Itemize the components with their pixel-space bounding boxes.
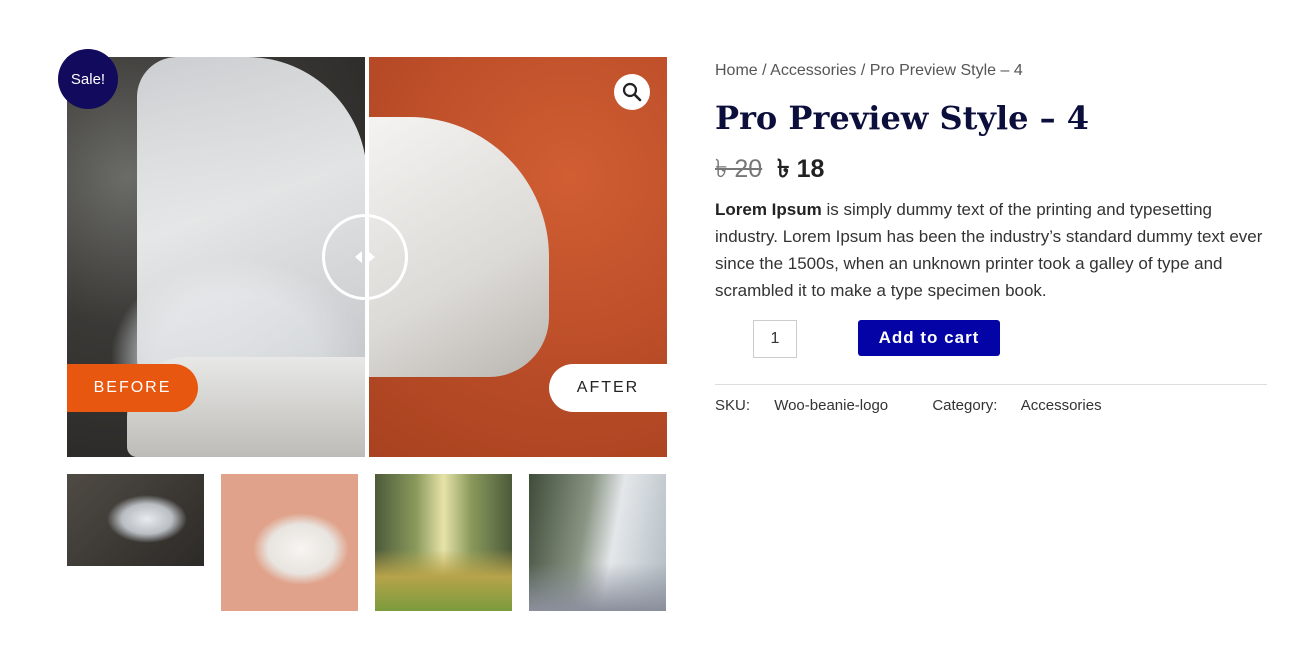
sale-badge: Sale! (58, 49, 118, 109)
thumbnail-sneaker-after[interactable] (221, 474, 358, 611)
before-label: BEFORE (67, 364, 198, 412)
sale-price: ৳ 18 (777, 155, 825, 183)
magnifier-icon (622, 82, 642, 102)
quantity-input[interactable] (753, 320, 797, 358)
sku-wrapper: SKU: Woo-beanie-logo (715, 397, 908, 414)
thumbnail-forest-path[interactable] (375, 474, 512, 611)
product-meta: SKU: Woo-beanie-logo Category: Accessori… (715, 384, 1267, 414)
add-to-cart-button[interactable]: Add to cart (858, 320, 1000, 356)
arrow-right-icon (368, 251, 375, 263)
add-to-cart-form: Add to cart (715, 320, 1267, 360)
slider-handle[interactable] (322, 214, 408, 300)
breadcrumb-category-link[interactable]: Accessories (770, 62, 856, 79)
after-label: AFTER (549, 364, 667, 412)
sku-label: SKU: (715, 397, 751, 414)
thumbnail-sneaker-before[interactable] (67, 474, 204, 566)
zoom-button[interactable] (614, 74, 650, 110)
product-price: ৳ 20 ৳ 18 (715, 152, 1267, 186)
category-link[interactable]: Accessories (1021, 397, 1102, 414)
breadcrumb: Home / Accessories / Pro Preview Style –… (715, 58, 1267, 84)
thumbnail-forest-road[interactable] (529, 474, 666, 611)
breadcrumb-current: Pro Preview Style – 4 (869, 62, 1023, 79)
breadcrumb-separator: / (762, 62, 767, 79)
breadcrumb-separator: / (860, 62, 866, 79)
before-after-slider[interactable]: BEFORE AFTER (67, 57, 667, 457)
product-title: Pro Preview Style – 4 (715, 99, 1090, 137)
product-summary: Home / Accessories / Pro Preview Style –… (715, 58, 1267, 414)
product-gallery: BEFORE AFTER (67, 57, 667, 457)
breadcrumb-home-link[interactable]: Home (715, 62, 758, 79)
regular-price: ৳ 20 (715, 155, 763, 183)
arrow-left-icon (355, 251, 362, 263)
category-wrapper: Category: Accessories (932, 397, 1101, 414)
product-description: Lorem Ipsum is simply dummy text of the … (715, 196, 1267, 304)
category-label: Category: (932, 397, 998, 414)
sku-value: Woo-beanie-logo (774, 397, 889, 414)
description-emphasis: Lorem Ipsum (715, 200, 822, 219)
gallery-thumbnails (67, 474, 667, 611)
